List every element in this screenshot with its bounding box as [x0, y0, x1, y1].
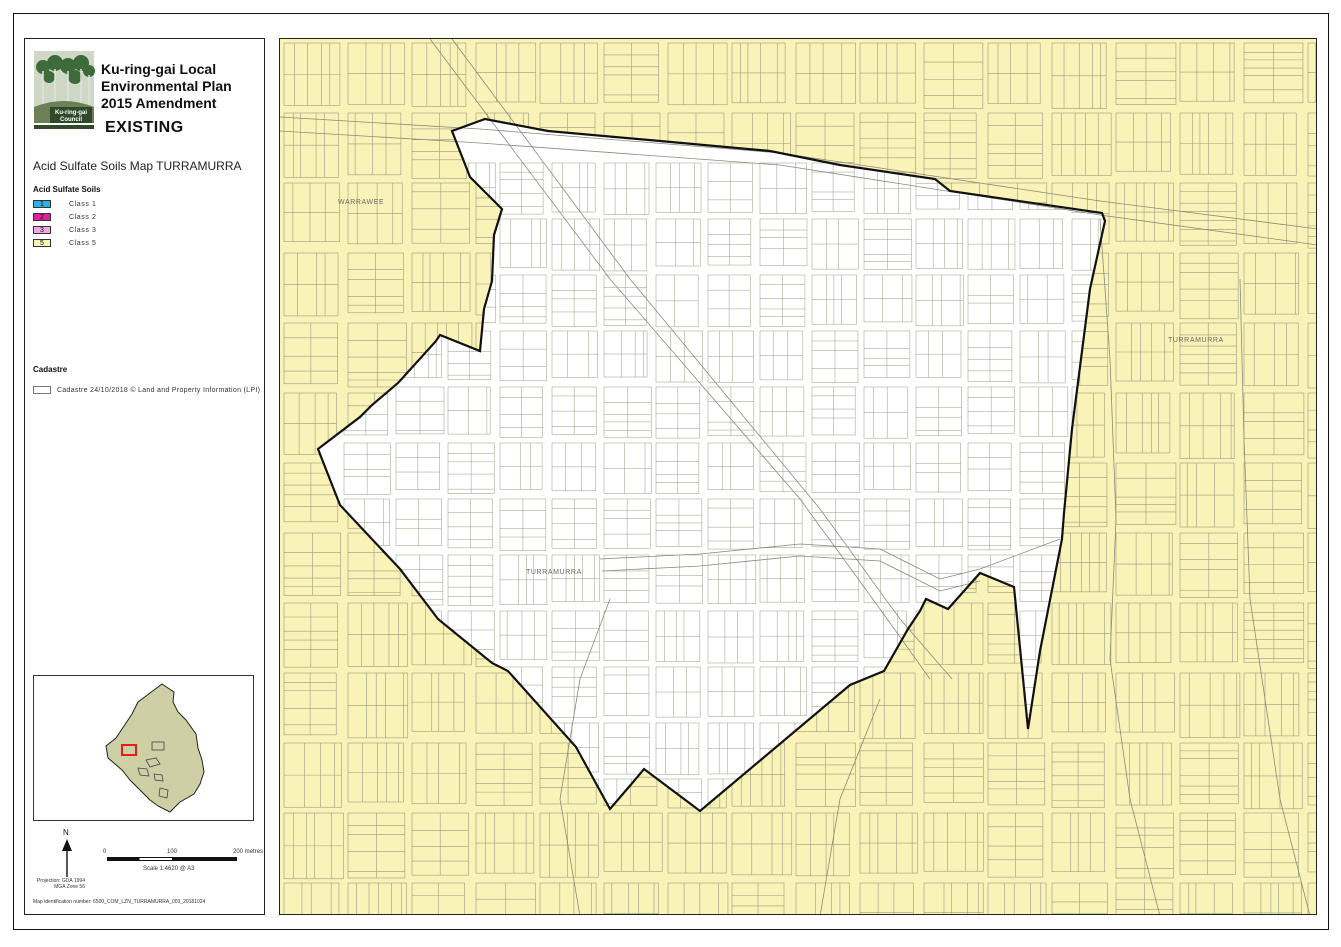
zoned-area-fill — [318, 119, 1105, 811]
cadastre-swatch — [33, 386, 51, 394]
legend-label: Class 3 — [69, 226, 97, 234]
plan-status: EXISTING — [105, 119, 184, 136]
legend-label: Class 5 — [69, 239, 97, 247]
legend-item-cadastre: Cadastre 24/10/2018 © Land and Property … — [33, 385, 260, 395]
scale-bar — [107, 857, 237, 861]
svg-text:Council: Council — [60, 117, 82, 123]
legend-item-class-5: 5 Class 5 — [33, 238, 97, 248]
council-logo-icon: Ku-ring-gai Council — [33, 49, 95, 133]
map-identification-number: Map identification number: 6500_COM_LZN_… — [33, 899, 206, 905]
legend-item-class-2: 2 Class 2 — [33, 212, 97, 222]
scale-tick-200: 200 metres — [233, 849, 264, 855]
legend-swatch: 3 — [33, 226, 51, 234]
scale-text: Scale 1:4620 @ A3 — [143, 866, 195, 872]
cadastre-map[interactable] — [280, 39, 1317, 915]
place-label-turramurra-east: TURRAMURRA — [1168, 337, 1224, 344]
legend-item-class-1: 1 Class 1 — [33, 199, 97, 209]
locality-overview-svg — [105, 683, 205, 813]
legend-item-class-3: 3 Class 3 — [33, 225, 97, 235]
place-label-warrawee: WARRAWEE — [338, 199, 385, 206]
legend-label: Class 1 — [69, 200, 97, 208]
legend-swatch: 2 — [33, 213, 51, 221]
locality-overview-map — [33, 675, 254, 821]
svg-text:Ku-ring-gai: Ku-ring-gai — [55, 110, 87, 116]
place-label-turramurra-centre: TURRAMURRA — [526, 569, 582, 576]
projection-note: Projection: GDA 1994 MGA Zone 56 — [36, 878, 85, 890]
legend-panel: Ku-ring-gai Council Ku-ring-gai Local En… — [24, 38, 265, 915]
north-label: N — [63, 828, 69, 837]
map-panel[interactable]: WARRAWEE TURRAMURRA TURRAMURRA — [279, 38, 1317, 915]
cadastre-label: Cadastre 24/10/2018 © Land and Property … — [57, 386, 261, 394]
plan-title: Ku-ring-gai Local Environmental Plan 201… — [101, 61, 232, 111]
legend-swatch: 5 — [33, 239, 51, 247]
map-title: Acid Sulfate Soils Map TURRAMURRA — [33, 159, 242, 173]
legend-heading: Acid Sulfate Soils — [33, 185, 101, 194]
legend-swatch: 1 — [33, 200, 51, 208]
cadastre-heading: Cadastre — [33, 365, 68, 374]
scale-tick-0: 0 — [103, 849, 107, 855]
scale-tick-100: 100 — [167, 849, 178, 855]
legend-label: Class 2 — [69, 213, 97, 221]
